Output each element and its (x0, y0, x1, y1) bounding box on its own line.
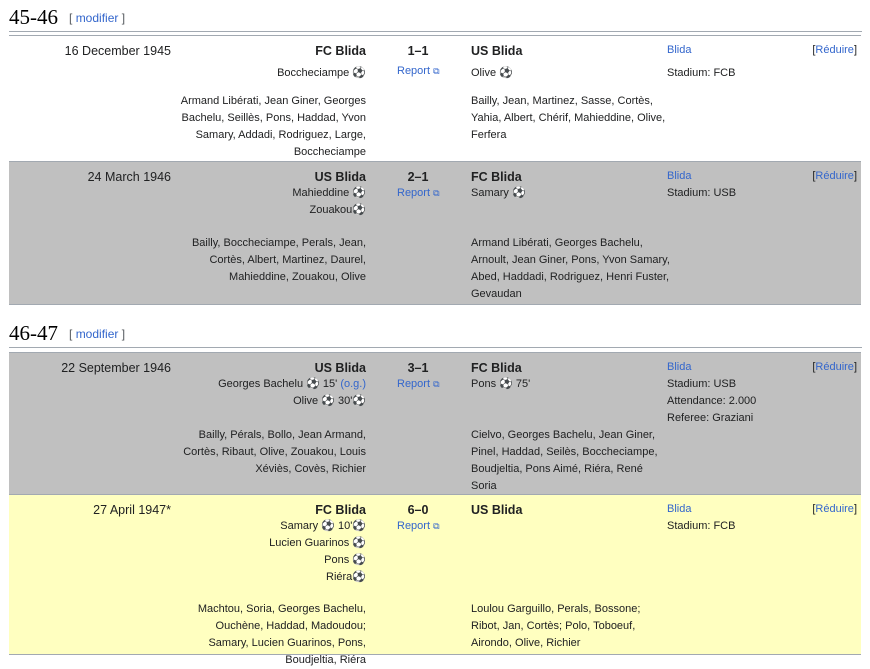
report-link[interactable]: Report ⧉ (397, 65, 440, 77)
stadium-line: Stadium: USB (667, 187, 737, 199)
goal-entry: Zouakou⚽ (309, 204, 366, 216)
stadium-line: Stadium: FCB (667, 67, 736, 79)
collapse-toggle[interactable]: [Réduire] (812, 503, 857, 515)
home-team[interactable]: US Blida (315, 361, 366, 375)
collapse-link[interactable]: Réduire (815, 503, 854, 515)
report-link[interactable]: Report ⧉ (397, 187, 440, 199)
report-link[interactable]: Report ⧉ (397, 520, 440, 532)
goal-entry: Boccheciampe ⚽ (277, 67, 366, 79)
away-team[interactable]: US Blida (471, 503, 522, 517)
external-link-icon: ⧉ (433, 379, 440, 389)
stadium-info: Stadium: USB (667, 185, 736, 202)
match-score: 2–1 (407, 170, 429, 184)
own-goal-link[interactable]: (o.g.) (340, 378, 366, 390)
away-lineup: Armand Libérati, Georges Bachelu, Arnoul… (471, 237, 670, 300)
collapse-toggle[interactable]: [Réduire] (812, 170, 857, 182)
away-team[interactable]: FC Blida (471, 170, 522, 184)
section-heading-46-47: 46-47 [ modifier ] (9, 318, 862, 348)
match-row: 27 April 1947* FC Blida 6–0 US Blida Bli… (9, 495, 861, 666)
home-team[interactable]: FC Blida (315, 503, 366, 517)
goal-entry: Olive ⚽ 30'⚽ (293, 395, 366, 407)
edit-link[interactable]: modifier (76, 327, 119, 341)
stadium-line: Stadium: FCB (667, 520, 736, 532)
match-row: 22 September 1946 US Blida 3–1 FC Blida … (9, 352, 861, 495)
section-heading-45-46: 45-46 [ modifier ] (9, 2, 862, 32)
match-score: 3–1 (407, 361, 429, 375)
away-team[interactable]: US Blida (471, 44, 522, 58)
match-date: 27 April 1947* (93, 503, 171, 517)
stadium-info: Stadium: USB Attendance: 2.000 Referee: … (667, 376, 756, 427)
match-date: 16 December 1945 (64, 44, 171, 58)
away-lineup: Loulou Garguillo, Perals, Bossone; Ribot… (471, 603, 641, 649)
goal-entry: Pons ⚽ (324, 554, 366, 566)
venue-link[interactable]: Blida (667, 361, 691, 373)
venue-link[interactable]: Blida (667, 170, 691, 182)
home-goals: Boccheciampe ⚽ (277, 65, 366, 82)
match-date: 22 September 1946 (61, 361, 171, 375)
edit-section-link[interactable]: [ modifier ] (69, 327, 125, 341)
stadium-info: Stadium: FCB (667, 65, 735, 82)
report-link[interactable]: Report ⧉ (397, 378, 440, 390)
edit-link[interactable]: modifier (76, 11, 119, 25)
external-link-icon: ⧉ (433, 521, 440, 531)
stadium-line: Stadium: USB (667, 378, 737, 390)
match-row: 24 March 1946 US Blida 2–1 FC Blida Blid… (9, 162, 861, 305)
away-goals: Olive ⚽ (471, 65, 513, 82)
match-score: 1–1 (407, 44, 429, 58)
goal-entry: Olive ⚽ (471, 67, 513, 79)
collapse-link[interactable]: Réduire (815, 170, 854, 182)
venue-link[interactable]: Blida (667, 44, 691, 56)
home-goals: Mahieddine ⚽ Zouakou⚽ (292, 185, 366, 219)
external-link-icon: ⧉ (433, 188, 440, 198)
home-lineup: Machtou, Soria, Georges Bachelu, Ouchène… (197, 603, 366, 666)
stadium-info: Stadium: FCB (667, 518, 735, 535)
attendance-line: Attendance: 2.000 (667, 395, 757, 407)
collapse-toggle[interactable]: [Réduire] (812, 361, 857, 373)
away-team[interactable]: FC Blida (471, 361, 522, 375)
edit-section-link[interactable]: [ modifier ] (69, 11, 125, 25)
goal-entry: Mahieddine ⚽ (292, 187, 366, 199)
goal-entry: Georges Bachelu ⚽ 15' (o.g.) (218, 378, 366, 390)
collapse-link[interactable]: Réduire (815, 44, 854, 56)
goal-entry: Pons ⚽ 75' (471, 378, 531, 390)
collapse-link[interactable]: Réduire (815, 361, 854, 373)
section-title: 46-47 (9, 321, 58, 345)
goal-entry: Riéra⚽ (326, 571, 366, 583)
home-lineup: Armand Libérati, Jean Giner, Georges Bac… (180, 95, 366, 158)
home-lineup: Bailly, Pérals, Bollo, Jean Armand, Cort… (183, 429, 366, 475)
external-link-icon: ⧉ (433, 66, 440, 76)
home-goals: Samary ⚽ 10'⚽ Lucien Guarinos ⚽ Pons ⚽ R… (269, 518, 366, 586)
match-row: 16 December 1945 FC Blida 1–1 US Blida B… (9, 35, 861, 162)
goal-entry: Samary ⚽ (471, 187, 526, 199)
venue-link[interactable]: Blida (667, 503, 691, 515)
away-lineup: Bailly, Jean, Martinez, Sasse, Cortès, Y… (471, 95, 666, 141)
away-goals: Pons ⚽ 75' (471, 376, 530, 393)
section-title: 45-46 (9, 5, 58, 29)
home-team[interactable]: US Blida (315, 170, 366, 184)
away-lineup: Cielvo, Georges Bachelu, Jean Giner, Pin… (471, 429, 658, 492)
referee-line: Referee: Graziani (667, 412, 754, 424)
home-goals: Georges Bachelu ⚽ 15' (o.g.) Olive ⚽ 30'… (218, 376, 366, 410)
goal-entry: Samary ⚽ 10'⚽ (280, 520, 366, 532)
match-score: 6–0 (407, 503, 429, 517)
home-lineup: Bailly, Boccheciampe, Perals, Jean, Cort… (191, 237, 366, 283)
match-date: 24 March 1946 (87, 170, 171, 184)
away-goals: Samary ⚽ (471, 185, 526, 202)
goal-entry: Lucien Guarinos ⚽ (269, 537, 366, 549)
collapse-toggle[interactable]: [Réduire] (812, 44, 857, 56)
home-team[interactable]: FC Blida (315, 44, 366, 58)
